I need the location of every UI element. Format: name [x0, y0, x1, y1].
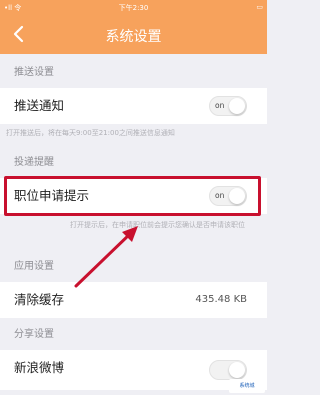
nav-bar: 系统设置 [0, 14, 267, 54]
pointer-arrow-icon [74, 226, 138, 288]
push-hint: 打开推送后，将在每天9:00至21:00之间推送信息通知 [6, 129, 175, 137]
row-sina-weibo[interactable]: 新浪微博 [0, 350, 267, 390]
cache-size: 435.48 KB [195, 294, 247, 305]
highlight-box [4, 176, 261, 216]
battery-icon: ▭ [256, 3, 263, 11]
weibo-toggle[interactable] [209, 360, 247, 380]
section-header-push: 推送设置 [14, 67, 54, 78]
row-label: 推送通知 [14, 98, 65, 113]
toggle-knob [229, 362, 245, 378]
toggle-state-text: on [215, 101, 225, 110]
push-toggle[interactable]: on [209, 96, 247, 116]
row-label: 新浪微博 [14, 360, 65, 375]
page-title: 系统设置 [105, 29, 162, 45]
status-bar: •ll 令 下午2:30 ▭ [0, 0, 267, 14]
section-header-delivery: 投递提醒 [14, 157, 54, 168]
section-header-share: 分享设置 [14, 329, 54, 340]
row-label: 清除缓存 [14, 292, 65, 307]
watermark-logo: 系统城 [229, 379, 265, 393]
status-time: 下午2:30 [118, 4, 149, 12]
toggle-knob [229, 98, 245, 114]
row-push-notification[interactable]: 推送通知 on [0, 88, 267, 124]
